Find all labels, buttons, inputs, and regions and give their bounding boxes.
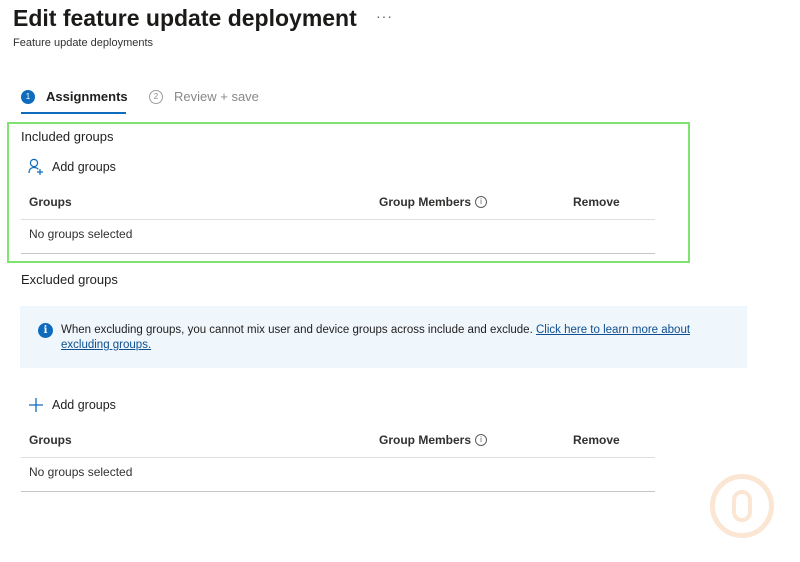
- tab-assignments[interactable]: 1 Assignments: [21, 89, 128, 104]
- excluded-col-group-members-label: Group Members: [379, 433, 472, 447]
- info-icon[interactable]: i: [475, 434, 488, 446]
- page-title: Edit feature update deployment: [13, 5, 357, 31]
- notice-text: When excluding groups, you cannot mix us…: [61, 324, 536, 336]
- plus-icon: [29, 398, 43, 412]
- excluded-col-remove: Remove: [573, 433, 620, 447]
- excluded-bottom-divider: [21, 491, 655, 492]
- tab-review-save-label: Review + save: [174, 89, 259, 104]
- step-number-2: 2: [149, 89, 163, 104]
- excluded-empty-text: No groups selected: [29, 465, 133, 479]
- mouse-cursor-watermark-icon: [710, 474, 774, 538]
- excluded-col-group-members: Group Members i: [379, 433, 488, 447]
- excluded-col-groups: Groups: [29, 433, 72, 447]
- add-excluded-groups-button[interactable]: Add groups: [28, 397, 116, 413]
- included-col-remove: Remove: [573, 195, 620, 209]
- add-included-groups-label: Add groups: [52, 160, 116, 174]
- exclusion-info-notice: i When excluding groups, you cannot mix …: [20, 306, 747, 368]
- excluded-header-divider: [21, 457, 655, 458]
- add-included-groups-button[interactable]: Add groups: [28, 158, 116, 176]
- included-col-group-members: Group Members i: [379, 195, 488, 209]
- tab-assignments-label: Assignments: [46, 89, 128, 104]
- add-excluded-groups-label: Add groups: [52, 398, 116, 412]
- active-tab-indicator: [21, 112, 126, 114]
- mouse-icon: [732, 490, 752, 522]
- included-col-groups: Groups: [29, 195, 72, 209]
- breadcrumb: Feature update deployments: [13, 37, 154, 49]
- included-header-divider: [21, 219, 655, 220]
- included-col-group-members-label: Group Members: [379, 195, 472, 209]
- tab-review-save[interactable]: 2 Review + save: [149, 89, 259, 104]
- included-groups-title: Included groups: [21, 129, 114, 144]
- included-bottom-divider: [21, 253, 655, 254]
- notice-message: When excluding groups, you cannot mix us…: [61, 323, 721, 353]
- step-number-1: 1: [21, 89, 35, 104]
- included-empty-text: No groups selected: [29, 227, 133, 241]
- info-icon[interactable]: i: [475, 196, 488, 208]
- add-user-icon: [28, 158, 43, 175]
- info-icon: i: [38, 323, 53, 338]
- excluded-groups-title: Excluded groups: [21, 272, 118, 287]
- more-options-button[interactable]: ···: [376, 8, 393, 24]
